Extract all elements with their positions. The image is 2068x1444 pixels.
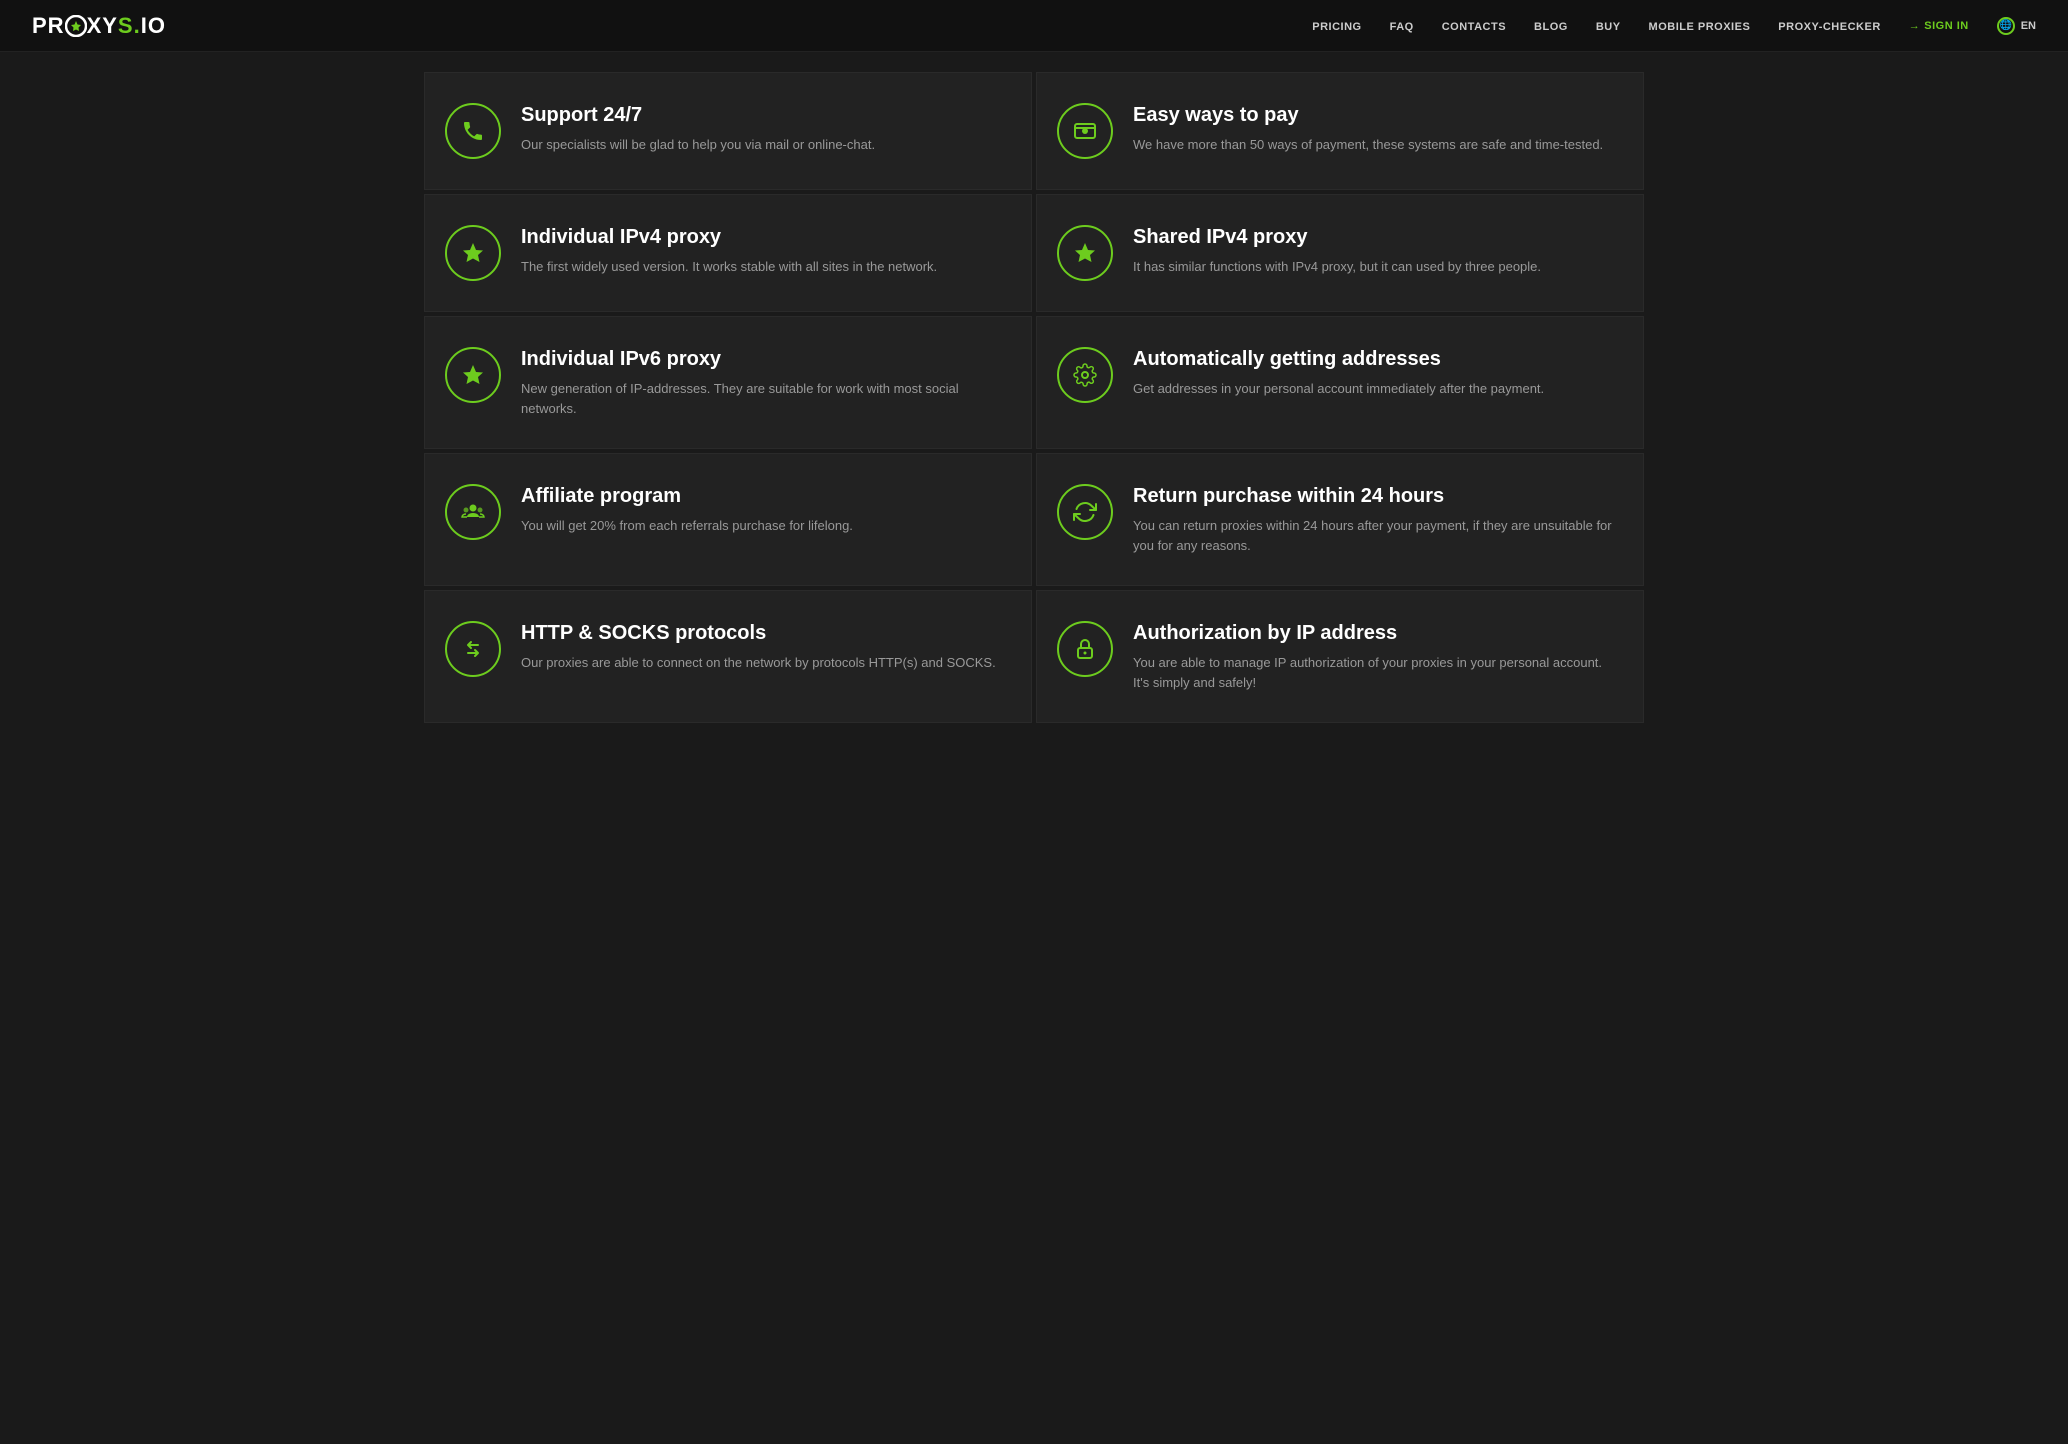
return-title: Return purchase within 24 hours — [1133, 484, 1613, 508]
nav-link-faq[interactable]: FAQ — [1390, 21, 1414, 33]
ip-auth-text: Authorization by IP address You are able… — [1133, 621, 1613, 692]
feature-easy-pay: Easy ways to pay We have more than 50 wa… — [1036, 72, 1644, 190]
affiliate-desc: You will get 20% from each referrals pur… — [521, 516, 853, 536]
support-text: Support 24/7 Our specialists will be gla… — [521, 103, 875, 155]
logo-o-svg — [65, 15, 87, 37]
globe-icon: 🌐 — [1997, 17, 2015, 35]
nav-item-buy[interactable]: BUY — [1596, 17, 1621, 35]
support-icon — [445, 103, 501, 159]
ipv6-individual-desc: New generation of IP-addresses. They are… — [521, 379, 1001, 418]
auto-addresses-title: Automatically getting addresses — [1133, 347, 1544, 371]
feature-affiliate: Affiliate program You will get 20% from … — [424, 453, 1032, 586]
protocols-desc: Our proxies are able to connect on the n… — [521, 653, 996, 673]
feature-protocols: HTTP & SOCKS protocols Our proxies are a… — [424, 590, 1032, 723]
nav-item-lang[interactable]: 🌐 EN — [1997, 17, 2036, 35]
nav-item-pricing[interactable]: PRICING — [1312, 17, 1361, 35]
protocols-text: HTTP & SOCKS protocols Our proxies are a… — [521, 621, 996, 673]
ipv6-individual-title: Individual IPv6 proxy — [521, 347, 1001, 371]
easy-pay-desc: We have more than 50 ways of payment, th… — [1133, 135, 1603, 155]
nav-link-contacts[interactable]: CONTACTS — [1442, 21, 1506, 33]
feature-return: Return purchase within 24 hours You can … — [1036, 453, 1644, 586]
ipv6-individual-icon — [445, 347, 501, 403]
logo-dot: . — [134, 13, 141, 39]
feature-auto-addresses: Automatically getting addresses Get addr… — [1036, 316, 1644, 449]
ipv4-shared-text: Shared IPv4 proxy It has similar functio… — [1133, 225, 1541, 277]
return-desc: You can return proxies within 24 hours a… — [1133, 516, 1613, 555]
logo[interactable]: PR XY S . IO — [32, 13, 166, 39]
return-icon — [1057, 484, 1113, 540]
logo-o — [65, 15, 87, 37]
return-text: Return purchase within 24 hours You can … — [1133, 484, 1613, 555]
protocols-icon — [445, 621, 501, 677]
support-desc: Our specialists will be glad to help you… — [521, 135, 875, 155]
lang-selector[interactable]: 🌐 EN — [1997, 17, 2036, 35]
gear-svg — [1073, 363, 1097, 387]
lang-label: EN — [2021, 20, 2036, 32]
logo-pr: PR — [32, 13, 65, 39]
refresh-svg — [1073, 500, 1097, 524]
features-grid: Support 24/7 Our specialists will be gla… — [384, 52, 1684, 753]
nav-item-blog[interactable]: BLOG — [1534, 17, 1568, 35]
auto-addresses-text: Automatically getting addresses Get addr… — [1133, 347, 1544, 399]
arrows-svg — [461, 637, 485, 661]
nav-link-mobile-proxies[interactable]: MOBILE PROXIES — [1649, 21, 1751, 33]
feature-support: Support 24/7 Our specialists will be gla… — [424, 72, 1032, 190]
nav-links: PRICING FAQ CONTACTS BLOG BUY MOBILE PRO… — [1312, 17, 2036, 35]
ipv4-individual-text: Individual IPv4 proxy The first widely u… — [521, 225, 937, 277]
nav-link-signin[interactable]: → SIGN IN — [1909, 20, 1969, 32]
nav-link-blog[interactable]: BLOG — [1534, 21, 1568, 33]
nav-link-buy[interactable]: BUY — [1596, 21, 1621, 33]
logo-s: S — [118, 13, 134, 39]
affiliate-text: Affiliate program You will get 20% from … — [521, 484, 853, 536]
ipv4-shared-desc: It has similar functions with IPv4 proxy… — [1133, 257, 1541, 277]
ipv6-individual-text: Individual IPv6 proxy New generation of … — [521, 347, 1001, 418]
protocols-title: HTTP & SOCKS protocols — [521, 621, 996, 645]
star-svg-3 — [461, 363, 485, 387]
nav-item-mobile-proxies[interactable]: MOBILE PROXIES — [1649, 17, 1751, 35]
easy-pay-text: Easy ways to pay We have more than 50 wa… — [1133, 103, 1603, 155]
nav-item-faq[interactable]: FAQ — [1390, 17, 1414, 35]
money-svg — [1073, 119, 1097, 143]
logo-xy: XY — [87, 13, 118, 39]
phone-svg — [461, 119, 485, 143]
star-svg-1 — [461, 241, 485, 265]
ipv4-shared-title: Shared IPv4 proxy — [1133, 225, 1541, 249]
support-title: Support 24/7 — [521, 103, 875, 127]
signin-label: SIGN IN — [1924, 20, 1968, 32]
auto-addresses-icon — [1057, 347, 1113, 403]
ipv4-shared-icon — [1057, 225, 1113, 281]
nav-item-signin[interactable]: → SIGN IN — [1909, 20, 1969, 32]
ipv4-individual-icon — [445, 225, 501, 281]
star-svg-2 — [1073, 241, 1097, 265]
ip-auth-title: Authorization by IP address — [1133, 621, 1613, 645]
ip-auth-icon — [1057, 621, 1113, 677]
nav-link-pricing[interactable]: PRICING — [1312, 21, 1361, 33]
nav-link-proxy-checker[interactable]: PROXY-CHECKER — [1778, 21, 1880, 33]
auto-addresses-desc: Get addresses in your personal account i… — [1133, 379, 1544, 399]
lock-svg — [1073, 637, 1097, 661]
people-svg — [460, 499, 486, 525]
ip-auth-desc: You are able to manage IP authorization … — [1133, 653, 1613, 692]
feature-ip-auth: Authorization by IP address You are able… — [1036, 590, 1644, 723]
easy-pay-title: Easy ways to pay — [1133, 103, 1603, 127]
nav-item-proxy-checker[interactable]: PROXY-CHECKER — [1778, 17, 1880, 35]
signin-arrow-icon: → — [1909, 20, 1921, 32]
easy-pay-icon — [1057, 103, 1113, 159]
nav-item-contacts[interactable]: CONTACTS — [1442, 17, 1506, 35]
feature-ipv4-individual: Individual IPv4 proxy The first widely u… — [424, 194, 1032, 312]
feature-ipv6-individual: Individual IPv6 proxy New generation of … — [424, 316, 1032, 449]
navbar: PR XY S . IO PRICING FAQ CONTACTS BLOG — [0, 0, 2068, 52]
logo-io: IO — [141, 13, 166, 39]
feature-ipv4-shared: Shared IPv4 proxy It has similar functio… — [1036, 194, 1644, 312]
ipv4-individual-desc: The first widely used version. It works … — [521, 257, 937, 277]
affiliate-title: Affiliate program — [521, 484, 853, 508]
ipv4-individual-title: Individual IPv4 proxy — [521, 225, 937, 249]
affiliate-icon — [445, 484, 501, 540]
